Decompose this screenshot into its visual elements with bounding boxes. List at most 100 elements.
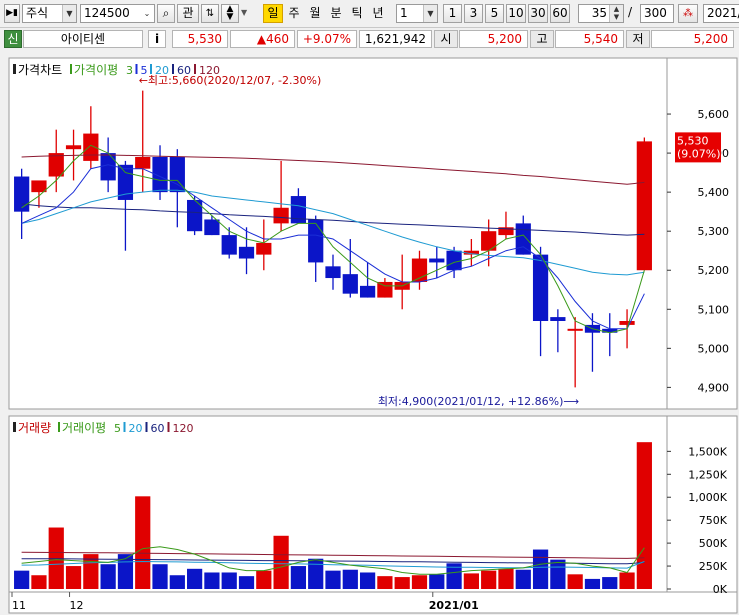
- search-icon[interactable]: ⌕: [157, 4, 175, 23]
- volume-tick-label: 1,500K: [688, 445, 727, 458]
- trade-volume: 1,621,942: [359, 30, 432, 48]
- candle-up: [619, 321, 635, 325]
- interval-select[interactable]: 1 ▼: [396, 4, 438, 23]
- period-week-tab[interactable]: 주: [284, 4, 304, 23]
- chevron-down-icon: ⌄: [140, 5, 154, 22]
- date-input[interactable]: 2021/0: [703, 4, 739, 23]
- legend-marker: [70, 64, 72, 74]
- candle-up: [273, 207, 289, 224]
- volume-bar-up: [567, 574, 583, 589]
- volume-tick-label: 0K: [713, 583, 728, 596]
- volume-ma-legend-item: 120: [173, 422, 194, 435]
- change-rate-value: +9.07%: [302, 32, 351, 46]
- refresh-icon[interactable]: ⇅: [201, 4, 219, 23]
- quick-interval-10[interactable]: 10: [506, 4, 526, 23]
- quick-interval-30[interactable]: 30: [528, 4, 548, 23]
- panel-toggle-icon[interactable]: ▶▮: [4, 4, 20, 23]
- market-select-value: 주식: [26, 6, 49, 20]
- volume-ma-legend-item: 60: [151, 422, 165, 435]
- volume-bar-down: [359, 572, 376, 589]
- quick-interval-label: 1: [448, 6, 457, 20]
- total-count-input[interactable]: 300: [640, 4, 674, 23]
- legend-marker: [13, 64, 16, 74]
- stock-code-value: 124500: [84, 6, 130, 20]
- volume-bar-down: [14, 570, 30, 589]
- volume-bar-down: [515, 569, 531, 589]
- stock-name-label: 아이티센: [60, 32, 106, 46]
- volume-bar-down: [584, 578, 601, 589]
- price-tick-label: 5,300: [698, 225, 730, 238]
- candle-down: [550, 317, 566, 321]
- grid-settings-icon[interactable]: ⁂: [678, 4, 698, 23]
- volume-bar-down: [602, 577, 618, 589]
- volume-ma-legend-title: 거래이평: [62, 421, 106, 435]
- quick-interval-1[interactable]: 1: [443, 4, 462, 23]
- stock-name[interactable]: 아이티센: [23, 30, 143, 48]
- quick-interval-label: 10: [508, 6, 524, 20]
- open-price-value: 5,200: [487, 32, 522, 46]
- current-price-value: 5,530: [187, 32, 222, 46]
- volume-bar-down: [550, 559, 566, 589]
- change-rate: +9.07%: [297, 30, 357, 48]
- price-panel: [8, 57, 668, 410]
- quote-bar: 신 아이티센 i 5,530 ▲460 +9.07% 1,621,942 시 5…: [0, 27, 739, 49]
- price-change: ▲460: [230, 30, 295, 48]
- time-axis-panel: [8, 591, 738, 614]
- market-select[interactable]: 주식 ▼: [22, 4, 77, 23]
- credit-badge: 신: [4, 30, 22, 48]
- volume-bar-up: [481, 570, 497, 589]
- candle-down: [238, 246, 255, 259]
- volume-bar-down: [325, 570, 341, 589]
- legend-marker: [145, 422, 148, 432]
- price-tick-label: 5,400: [698, 186, 730, 199]
- candle-up: [135, 157, 151, 169]
- volume-ma-legend-item: 5: [114, 422, 121, 435]
- volume-bar-up: [394, 577, 410, 589]
- high-label-text: 고: [536, 32, 548, 46]
- chart-area: 5,6005,5005,4005,3005,2005,1005,0004,900…: [0, 51, 739, 615]
- quick-interval-60[interactable]: 60: [550, 4, 570, 23]
- high-price-value: 5,540: [583, 32, 618, 46]
- chevron-down-icon[interactable]: ▼: [241, 8, 247, 17]
- price-ma-legend-item: 120: [199, 64, 220, 77]
- candle-up: [636, 141, 652, 271]
- stock-chart[interactable]: 5,6005,5005,4005,3005,2005,1005,0004,900…: [0, 51, 739, 615]
- info-button[interactable]: i: [148, 30, 166, 48]
- quick-interval-3[interactable]: 3: [464, 4, 483, 23]
- volume-bar-up: [273, 535, 289, 589]
- chevron-down-icon: ▼: [62, 5, 76, 22]
- quick-interval-5[interactable]: 5: [485, 4, 504, 23]
- period-day-tab[interactable]: 일: [263, 4, 283, 23]
- last-change-label: (9.07%): [677, 147, 721, 160]
- period-month-tab[interactable]: 월: [305, 4, 325, 23]
- trade-volume-value: 1,621,942: [364, 32, 426, 46]
- period-tick-tab[interactable]: 틱: [347, 4, 367, 23]
- period-week-label: 주: [288, 6, 300, 20]
- high-label: 고: [530, 30, 554, 48]
- period-year-tab[interactable]: 년: [368, 4, 388, 23]
- candle-up: [377, 281, 393, 298]
- candle-up: [567, 328, 583, 331]
- period-minute-tab[interactable]: 분: [326, 4, 346, 23]
- volume-bar-up: [463, 573, 479, 589]
- interest-button[interactable]: 관: [177, 4, 199, 23]
- candle-down: [221, 235, 237, 255]
- candle-down: [446, 250, 462, 271]
- updown-spinner-icon[interactable]: ▲ ▼: [221, 4, 239, 23]
- bar-count-input[interactable]: 35 ▲ ▼: [578, 4, 624, 23]
- volume-bar-up: [411, 575, 428, 589]
- volume-bar-up: [636, 442, 652, 589]
- volume-bar-down: [169, 575, 185, 589]
- current-price: 5,530: [172, 30, 228, 48]
- last-price-label: 5,530: [677, 134, 709, 147]
- stock-code-input[interactable]: 124500 ⌄: [80, 4, 155, 23]
- candle-down: [342, 274, 358, 294]
- interval-value: 1: [400, 6, 408, 20]
- interest-button-label: 관: [182, 6, 194, 20]
- volume-bar-down: [238, 576, 255, 589]
- legend-marker: [135, 64, 138, 74]
- price-tick-label: 4,900: [698, 381, 730, 394]
- volume-tick-label: 500K: [699, 537, 728, 550]
- candle-down: [308, 219, 324, 263]
- candle-up: [48, 153, 64, 177]
